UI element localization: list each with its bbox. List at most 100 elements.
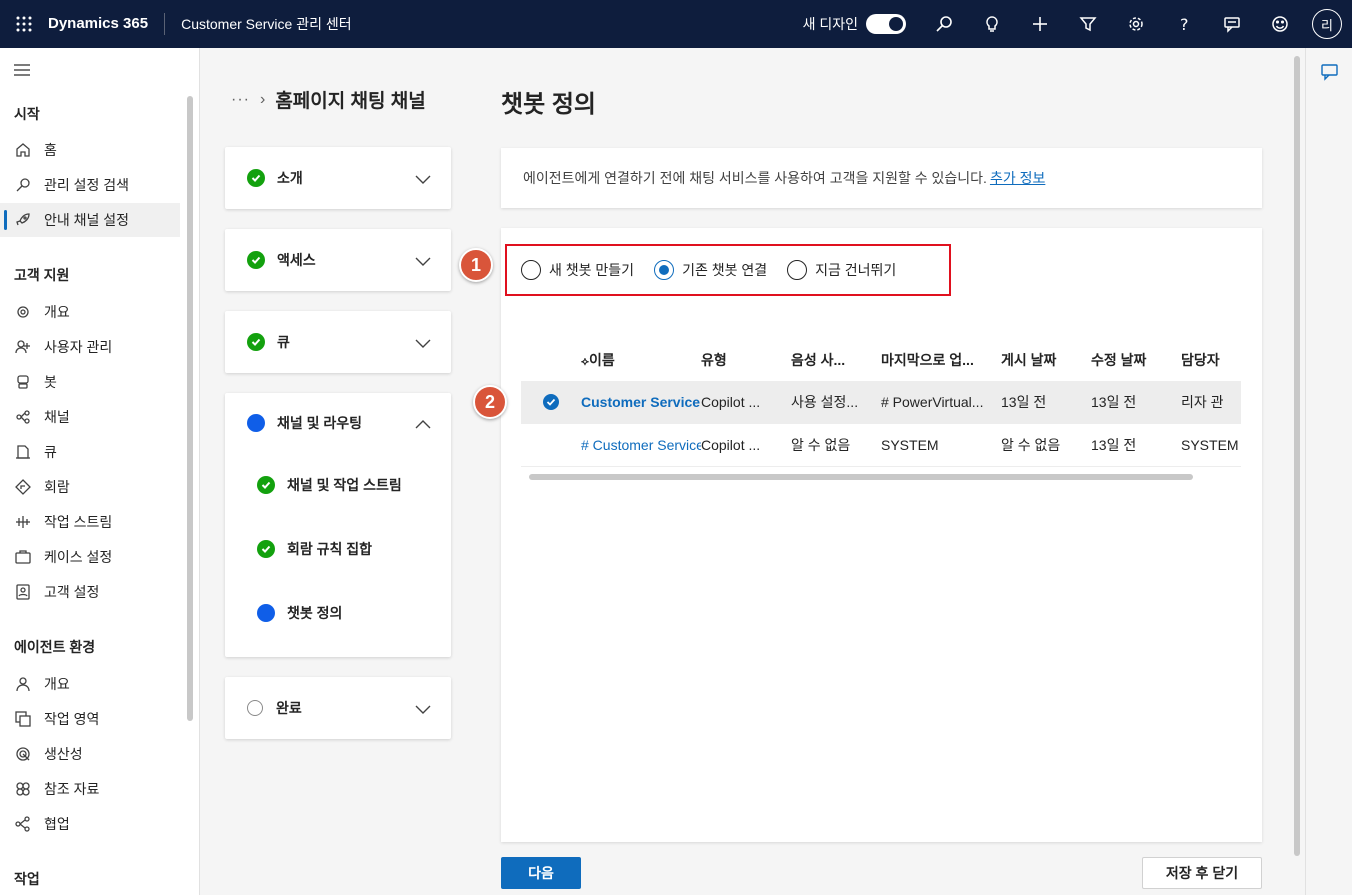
sidebar-item-label: 관리 설정 검색 <box>44 177 130 193</box>
svg-text:?: ? <box>1180 15 1189 33</box>
chatbot-name-link[interactable]: Customer Service <box>581 394 701 410</box>
chatbot-name-link[interactable]: # Customer Service <box>581 437 701 453</box>
app-launcher-icon[interactable] <box>0 0 48 48</box>
radio-circle[interactable] <box>654 260 675 280</box>
sidebar-item-agent-overview[interactable]: 개요 <box>0 667 180 701</box>
table-cell: 리자 관 <box>1181 394 1224 410</box>
sidebar-item-workstreams[interactable]: 작업 스트림 <box>0 505 180 539</box>
radio-circle[interactable] <box>787 260 808 280</box>
step-card-complete[interactable]: 완료 <box>225 677 451 739</box>
step-label: 채널 및 라우팅 <box>277 415 363 431</box>
radio-skip-now[interactable]: 지금 건너뛰기 <box>787 260 896 280</box>
sidebar-item-search-settings[interactable]: 관리 설정 검색 <box>0 168 180 202</box>
sidebar-item-label: 홈 <box>44 142 57 158</box>
sidebar-item-user-management[interactable]: 사용자 관리 <box>0 330 180 364</box>
substep-routing-ruleset[interactable]: 회람 규칙 집합 <box>225 517 451 581</box>
plus-icon[interactable] <box>1016 0 1064 48</box>
step-label: 액세스 <box>277 252 316 268</box>
sidebar-item-label: 케이스 설정 <box>44 549 113 565</box>
search-icon[interactable] <box>920 0 968 48</box>
breadcrumb-more[interactable]: ··· <box>231 91 250 109</box>
step-card-channel-routing[interactable]: 채널 및 라우팅 채널 및 작업 스트림 회람 규칙 집합 챗봇 정의 <box>225 393 451 657</box>
nav-section-customer-support: 고객 지원 <box>14 267 70 283</box>
gear-icon[interactable] <box>1112 0 1160 48</box>
column-header-voice[interactable]: 음성 사... <box>791 350 881 370</box>
new-design-toggle[interactable] <box>866 14 906 34</box>
table-cell: Copilot ... <box>701 394 761 410</box>
sidebar-item-collaboration[interactable]: 협업 <box>0 807 180 841</box>
sidebar-item-bots[interactable]: 봇 <box>0 365 180 399</box>
overview-icon <box>14 303 32 321</box>
sidebar-item-guided-channel-setup[interactable]: 안내 채널 설정 <box>0 203 180 237</box>
routing-icon <box>14 478 32 496</box>
case-icon <box>14 548 32 566</box>
chevron-down-icon[interactable] <box>413 169 433 189</box>
table-horizontal-scrollbar[interactable] <box>529 474 1193 480</box>
row-selected-check-icon[interactable] <box>543 394 559 410</box>
productivity-icon <box>14 745 32 763</box>
substep-label: 회람 규칙 집합 <box>287 541 373 557</box>
sidebar-item-label: 작업 스트림 <box>44 514 113 530</box>
chevron-down-icon[interactable] <box>413 699 433 719</box>
table-row[interactable]: # Customer Service Copilot ... 알 수 없음 SY… <box>521 424 1241 467</box>
nav-scrollbar[interactable] <box>187 96 193 721</box>
workstream-icon <box>14 513 32 531</box>
substep-define-chatbot[interactable]: 챗봇 정의 <box>225 581 451 645</box>
chevron-down-icon[interactable] <box>413 251 433 271</box>
brand-name[interactable]: Dynamics 365 <box>48 13 166 35</box>
lightbulb-icon[interactable] <box>968 0 1016 48</box>
save-and-close-button[interactable]: 저장 후 닫기 <box>1142 857 1262 889</box>
table-cell: Copilot ... <box>701 437 761 453</box>
column-header-owner[interactable]: 담당자 <box>1181 350 1241 370</box>
radio-create-new-chatbot[interactable]: 새 챗봇 만들기 <box>521 260 634 280</box>
person-icon <box>14 675 32 693</box>
step-card-intro[interactable]: 소개 <box>225 147 451 209</box>
chatbot-panel: 새 챗봇 만들기 기존 챗봇 연결 지금 건너뛰기 ⟡이름 유형 음성 사...… <box>501 228 1262 842</box>
chat-icon[interactable] <box>1320 62 1340 82</box>
checkmark-icon <box>247 333 265 351</box>
next-button[interactable]: 다음 <box>501 857 581 889</box>
radio-circle[interactable] <box>521 260 541 280</box>
hamburger-menu-icon[interactable] <box>12 60 32 80</box>
help-icon[interactable]: ? <box>1160 0 1208 48</box>
sidebar-item-customer-settings[interactable]: 고객 설정 <box>0 575 180 609</box>
column-header-last-updated[interactable]: 마지막으로 업... <box>881 350 1001 370</box>
sidebar-item-channels[interactable]: 채널 <box>0 400 180 434</box>
column-header-published[interactable]: 게시 날짜 <box>1001 350 1091 370</box>
app-name[interactable]: Customer Service 관리 센터 <box>165 14 352 34</box>
chevron-up-icon[interactable] <box>413 415 433 435</box>
sidebar-item-home[interactable]: 홈 <box>0 133 180 167</box>
sidebar-item-workspaces[interactable]: 작업 영역 <box>0 702 180 736</box>
sidebar-item-knowledge[interactable]: 참조 자료 <box>0 772 180 806</box>
radio-connect-existing-chatbot[interactable]: 기존 챗봇 연결 <box>654 260 767 280</box>
learn-more-link[interactable]: 추가 정보 <box>990 168 1045 188</box>
chat-feedback-icon[interactable] <box>1208 0 1256 48</box>
table-row[interactable]: Customer Service Copilot ... 사용 설정... # … <box>521 381 1241 424</box>
column-header-type[interactable]: 유형 <box>701 350 791 370</box>
smiley-icon[interactable] <box>1256 0 1304 48</box>
column-header-name[interactable]: ⟡이름 <box>581 350 701 370</box>
sidebar-item-case-settings[interactable]: 케이스 설정 <box>0 540 180 574</box>
main-scrollbar[interactable] <box>1294 56 1300 856</box>
sidebar-item-overview[interactable]: 개요 <box>0 295 180 329</box>
step-label: 큐 <box>277 334 290 350</box>
column-header-modified[interactable]: 수정 날짜 <box>1091 350 1181 370</box>
chevron-down-icon[interactable] <box>413 333 433 353</box>
checkmark-icon <box>257 476 275 494</box>
table-cell: 13일 전 <box>1001 394 1047 410</box>
step-card-access[interactable]: 액세스 <box>225 229 451 291</box>
substep-channel-workstream[interactable]: 채널 및 작업 스트림 <box>225 453 451 517</box>
users-icon <box>14 338 32 356</box>
top-bar: Dynamics 365 Customer Service 관리 센터 새 디자… <box>0 0 1352 48</box>
sidebar-item-queues[interactable]: 큐 <box>0 435 180 469</box>
step-card-queue[interactable]: 큐 <box>225 311 451 373</box>
sidebar-item-label: 채널 <box>44 409 70 425</box>
substep-label: 챗봇 정의 <box>287 605 343 621</box>
avatar[interactable]: 리 <box>1312 9 1342 39</box>
sidebar-item-productivity[interactable]: 생산성 <box>0 737 180 771</box>
sidebar-item-routing[interactable]: 회람 <box>0 470 180 504</box>
chatbot-table: ⟡이름 유형 음성 사... 마지막으로 업... 게시 날짜 수정 날짜 담당… <box>521 338 1241 467</box>
radio-label: 지금 건너뛰기 <box>815 262 897 278</box>
filter-icon[interactable] <box>1064 0 1112 48</box>
rocket-icon <box>14 211 32 229</box>
